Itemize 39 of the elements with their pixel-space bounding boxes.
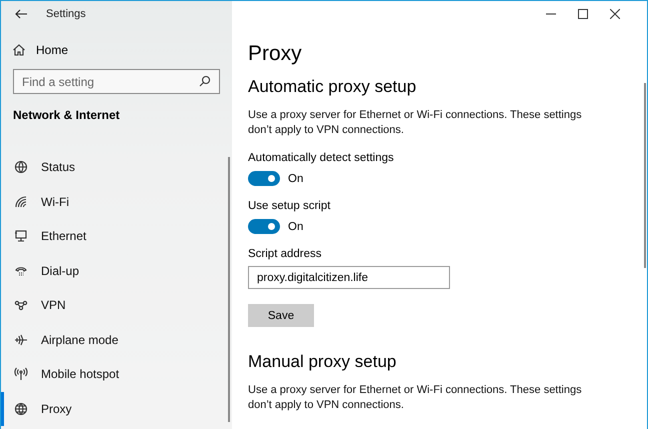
description: Use a proxy server for Ethernet or Wi-Fi connections. These settings don’t apply to VPN connections. [248,383,583,413]
search-icon [198,74,212,88]
sidebar-item[interactable]: Wi-Fi [1,184,232,219]
window-title: Settings [46,8,86,20]
sidebar-item[interactable]: Status [1,150,232,184]
globe-icon [14,402,28,416]
section-heading: Automatic proxy setup [248,76,418,98]
sidebar-item[interactable]: Mobile hotspot [1,357,232,392]
sidebar-item[interactable]: Airplane mode [1,322,232,357]
vpn-icon [14,298,28,312]
maximize-icon [578,9,588,19]
globe-icon [14,160,28,174]
description: Use a proxy server for Ethernet or Wi-Fi connections. These settings don’t apply to VPN connections. [248,108,583,138]
toggle-switch[interactable] [248,171,280,186]
ethernet-icon [14,229,28,244]
sidebar-item[interactable]: VPN [1,288,232,322]
page-title: Proxy [248,41,303,67]
scrollbar[interactable] [228,157,230,422]
home-link[interactable]: Home [12,40,68,60]
section-heading: Network & Internet [13,108,121,122]
sidebar-item[interactable]: Dial-up [1,254,232,288]
search-field[interactable]: Find a setting [13,69,220,94]
airplane-icon [14,332,28,347]
back-arrow-icon [15,9,27,19]
toggle-switch[interactable] [248,219,280,234]
home-icon [12,43,26,57]
antenna-icon [14,367,28,382]
sidebar-item[interactable]: Ethernet [1,219,232,254]
setting-label: Automatically detect settings [248,152,394,164]
scrollbar[interactable] [644,83,646,268]
input-field[interactable]: proxy.digitalcitizen.life [248,266,450,289]
save-button[interactable]: Save [248,304,314,327]
toggle-state: On [288,220,304,232]
toggle-state: On [288,172,304,184]
field-label: Script address [248,248,322,260]
setting-label: Use setup script [248,200,330,212]
close-icon [610,9,620,19]
wifi-icon [14,194,28,209]
section-heading: Manual proxy setup [248,351,398,373]
